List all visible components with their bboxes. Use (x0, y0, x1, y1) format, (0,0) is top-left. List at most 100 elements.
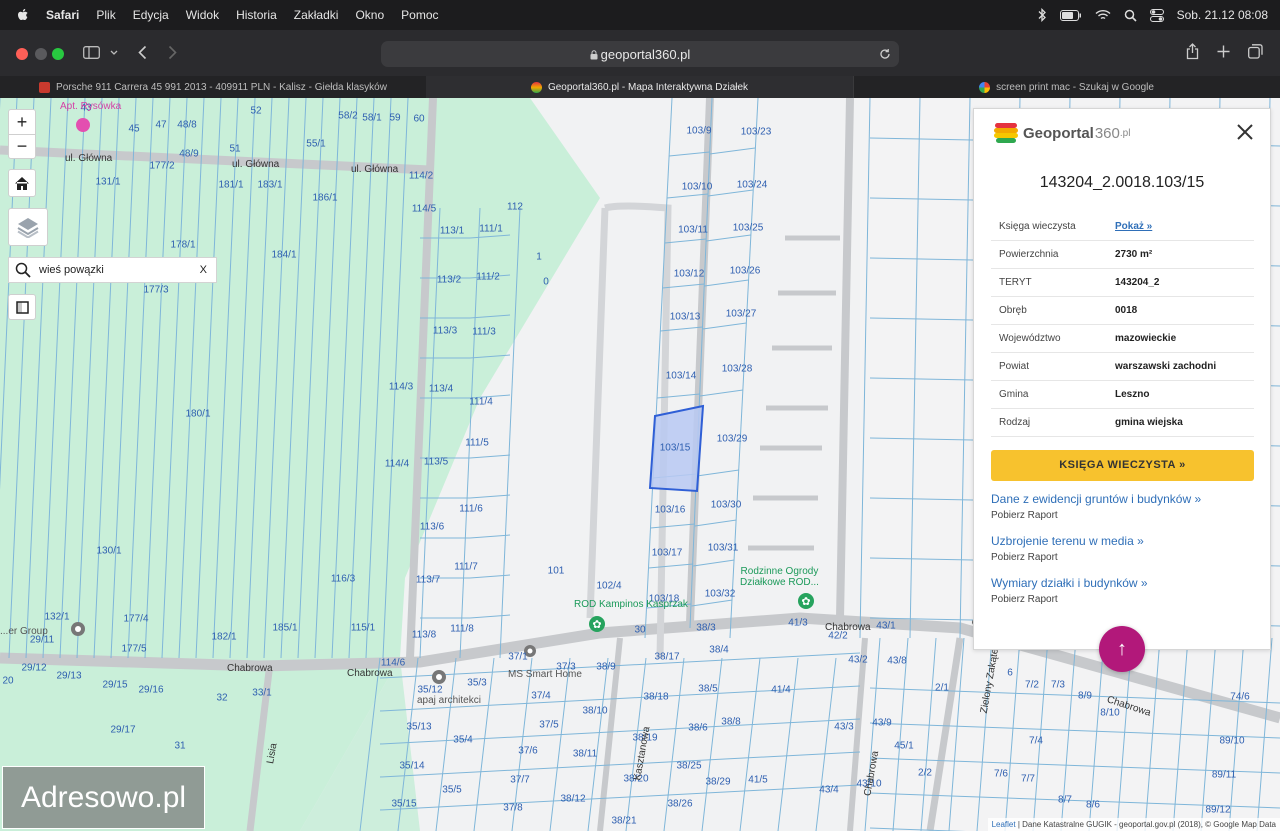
utilities-link[interactable]: Uzbrojenie terenu w media » (991, 534, 1144, 548)
parcel-label[interactable]: 43/8 (887, 656, 906, 667)
parcel-label[interactable]: 7/3 (1051, 680, 1065, 691)
parcel-label[interactable]: 41/4 (771, 685, 790, 696)
parcel-label[interactable]: 111/6 (459, 504, 483, 515)
fullscreen-button[interactable] (8, 294, 36, 320)
sidebar-toggle-icon[interactable] (83, 46, 100, 59)
parcel-label[interactable]: 59 (389, 113, 400, 124)
leaflet-link[interactable]: Leaflet (992, 820, 1016, 829)
menu-historia[interactable]: Historia (236, 8, 277, 22)
parcel-label[interactable]: 103/30 (711, 500, 742, 511)
parcel-label[interactable]: 37/7 (510, 775, 529, 786)
parcel-label[interactable]: 101 (548, 566, 565, 577)
parcel-label[interactable]: 33/1 (252, 688, 271, 699)
parcel-label[interactable]: 29/16 (138, 685, 163, 696)
parcel-label[interactable]: 37/1 (508, 652, 527, 663)
parcel-label[interactable]: 6 (1007, 668, 1013, 679)
parcel-label[interactable]: 38/12 (560, 794, 585, 805)
parcel-label[interactable]: 37/5 (539, 720, 558, 731)
parcel-label[interactable]: 114/6 (381, 658, 405, 669)
parcel-label[interactable]: 38/9 (596, 662, 615, 673)
parcel-label[interactable]: 35/14 (399, 761, 424, 772)
parcel-label[interactable]: 29/13 (56, 671, 81, 682)
parcel-label[interactable]: 38/5 (698, 684, 717, 695)
parcel-label[interactable]: 74/6 (1230, 692, 1249, 703)
dimensions-link[interactable]: Wymiary działki i budynków » (991, 576, 1148, 590)
parcel-label[interactable]: 8/9 (1078, 691, 1092, 702)
parcel-label[interactable]: 103/23 (741, 127, 772, 138)
close-window-button[interactable] (16, 48, 28, 60)
parcel-label[interactable]: 114/2 (409, 171, 433, 182)
parcel-label[interactable]: 29/17 (110, 725, 135, 736)
menu-edycja[interactable]: Edycja (133, 8, 169, 22)
parcel-label[interactable]: 114/3 (389, 382, 413, 393)
menu-safari[interactable]: Safari (46, 8, 79, 22)
parcel-label[interactable]: 182/1 (211, 632, 236, 643)
tab-google[interactable]: screen print mac - Szukaj w Google (853, 76, 1280, 98)
parcel-label[interactable]: 103/31 (708, 543, 739, 554)
parcel-label[interactable]: 38/18 (643, 692, 668, 703)
parcel-label[interactable]: 111/2 (476, 272, 500, 283)
parcel-label[interactable]: 103/26 (730, 266, 761, 277)
parcel-label[interactable]: 58/1 (362, 113, 381, 124)
parcel-label[interactable]: 8/6 (1086, 800, 1100, 811)
parcel-label[interactable]: 2/1 (935, 683, 949, 694)
parcel-label[interactable]: 177/4 (123, 614, 148, 625)
wifi-icon[interactable] (1095, 9, 1111, 21)
parcel-label[interactable]: 43/3 (834, 722, 853, 733)
parcel-label[interactable]: 111/1 (479, 224, 503, 235)
parcel-label[interactable]: 103/29 (717, 434, 748, 445)
parcel-label[interactable]: 103/14 (666, 371, 697, 382)
parcel-map[interactable]: ✿ ✿ 52 58/2 58/1 59 60 43 45 47 48/8 51 55/1 48/9 17… (0, 98, 1280, 831)
parcel-label[interactable]: 8/10 (1100, 708, 1119, 719)
parcel-label[interactable]: 113/6 (420, 522, 444, 533)
parcel-label[interactable]: 114/4 (385, 459, 409, 470)
land-register-button[interactable]: KSIĘGA WIECZYSTA » (991, 450, 1254, 481)
parcel-label[interactable]: 38/11 (573, 749, 597, 760)
parcel-label[interactable]: 20 (2, 676, 13, 687)
show-land-register-link[interactable]: Pokaż » (1107, 213, 1254, 241)
parcel-label[interactable]: 35/5 (442, 785, 461, 796)
parcel-label[interactable]: 38/26 (667, 799, 692, 810)
back-arrow-icon[interactable] (138, 45, 147, 60)
poi-label[interactable]: Apt. Rysówka (60, 101, 121, 112)
parcel-label[interactable]: 112 (507, 202, 523, 213)
clock-datetime[interactable]: Sob. 21.12 08:08 (1177, 8, 1268, 22)
parcel-label[interactable]: 38/25 (676, 761, 701, 772)
spotlight-search-icon[interactable] (1124, 9, 1137, 22)
dimensions-report[interactable]: Pobierz Raport (991, 594, 1058, 605)
parcel-label[interactable]: 38/3 (696, 623, 715, 634)
parcel-label[interactable]: 103/12 (674, 269, 705, 280)
land-records-report[interactable]: Pobierz Raport (991, 510, 1058, 521)
parcel-label[interactable]: 35/3 (467, 678, 486, 689)
parcel-label[interactable]: 184/1 (271, 250, 296, 261)
poi-label[interactable]: MS Smart Home (508, 669, 582, 680)
parcel-label[interactable]: 103/32 (705, 589, 736, 600)
parcel-label[interactable]: 43/2 (848, 655, 867, 666)
parcel-label[interactable]: 7/7 (1021, 774, 1035, 785)
parcel-label[interactable]: 2/2 (918, 768, 932, 779)
parcel-label[interactable]: 37/6 (518, 746, 537, 757)
apple-logo-icon[interactable] (14, 6, 32, 24)
parcel-label[interactable]: 116/3 (331, 574, 355, 585)
menu-pomoc[interactable]: Pomoc (401, 8, 438, 22)
parcel-label[interactable]: 177/5 (121, 644, 146, 655)
scroll-up-button[interactable]: ↑ (1099, 626, 1145, 672)
parcel-label[interactable]: 29/15 (102, 680, 127, 691)
parcel-label[interactable]: 45 (128, 124, 139, 135)
parcel-label[interactable]: 183/1 (257, 180, 282, 191)
parcel-label[interactable]: 30 (634, 625, 645, 636)
parcel-label[interactable]: 103/24 (737, 180, 768, 191)
parcel-label[interactable]: 113/5 (424, 457, 448, 468)
parcel-label[interactable]: 113/8 (412, 630, 436, 641)
allotment-garden-label[interactable]: Rodzinne Ogrody Działkowe ROD... (740, 566, 819, 588)
parcel-label[interactable]: 131/1 (95, 177, 120, 188)
parcel-label[interactable]: 113/7 (416, 575, 440, 586)
parcel-label[interactable]: 51 (229, 144, 240, 155)
parcel-label[interactable]: 115/1 (351, 623, 375, 634)
parcel-label[interactable]: 38/21 (611, 816, 636, 827)
parcel-label[interactable]: 103/11 (678, 225, 708, 236)
allotment-garden-label[interactable]: ROD Kampinos Kasprzak (574, 599, 688, 610)
parcel-label[interactable]: 58/2 (338, 111, 357, 122)
address-bar[interactable]: geoportal360.pl (381, 41, 899, 67)
parcel-label[interactable]: 8/7 (1058, 795, 1072, 806)
